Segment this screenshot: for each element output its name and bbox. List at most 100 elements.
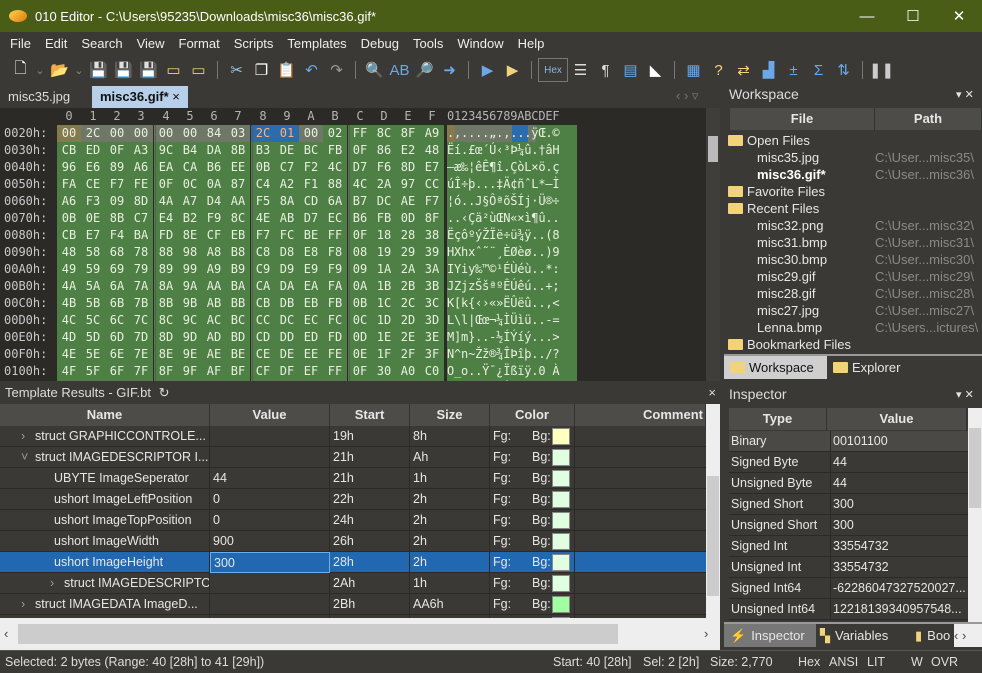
hex-byte[interactable]: C7 [129, 210, 153, 227]
hex-byte[interactable]: AA [226, 193, 250, 210]
bg-color-swatch[interactable] [552, 470, 570, 487]
hex-byte[interactable]: F7 [251, 227, 275, 244]
hex-byte[interactable]: DC [372, 193, 396, 210]
hex-byte[interactable]: 88 [154, 244, 178, 261]
hex-byte[interactable]: D7 [348, 159, 372, 176]
hex-byte[interactable]: AB [202, 295, 226, 312]
column-header-start[interactable]: Start [330, 404, 410, 426]
hex-byte[interactable]: C4 [251, 176, 275, 193]
hex-byte[interactable]: FD [323, 329, 347, 346]
ascii-text[interactable]: L\l|Œœ¬¼ÌÜìü..-= [447, 312, 577, 329]
bg-color-swatch[interactable] [552, 533, 570, 550]
hex-byte[interactable]: 3E [420, 329, 444, 346]
hex-byte[interactable]: 4C [348, 176, 372, 193]
expand-icon[interactable]: › [21, 426, 35, 447]
hex-byte[interactable]: DA [202, 142, 226, 159]
close-panel-icon[interactable]: × [708, 382, 716, 404]
tab-boo[interactable]: ▮ Boo [909, 624, 954, 647]
hex-byte[interactable]: DE [275, 142, 299, 159]
hex-byte[interactable]: 39 [420, 244, 444, 261]
template-row[interactable]: › struct IMAGEDESCRIPTO... 2Ah 1h Fg: Bg: [0, 573, 706, 594]
workspace-group[interactable]: Favorite Files [728, 183, 825, 200]
template-row[interactable]: UBYTE ImageSeperator 44 21h 1h Fg: Bg: [0, 468, 706, 489]
pause-icon[interactable]: ❚❚ [869, 58, 894, 82]
hex-byte[interactable]: 38 [420, 227, 444, 244]
hex-byte[interactable]: 1A [129, 380, 153, 381]
hex-byte[interactable]: DA [275, 278, 299, 295]
hex-byte[interactable]: 9B [178, 295, 202, 312]
hex-byte[interactable]: 6A [105, 278, 129, 295]
hex-byte[interactable]: 99 [178, 261, 202, 278]
dropdown-icon[interactable]: ⌄ [33, 58, 47, 82]
ascii-text[interactable]: N^n~Žž®¾ÎÞîþ../? [447, 346, 577, 363]
hex-byte[interactable]: C7 [275, 159, 299, 176]
menu-window[interactable]: Window [450, 36, 510, 51]
hex-byte[interactable]: AE [396, 193, 420, 210]
inspector-row[interactable]: Binary 00101100 [729, 431, 970, 452]
hex-byte[interactable]: 48 [57, 244, 81, 261]
hex-byte[interactable]: 2C [81, 125, 105, 142]
hex-scrollbar[interactable] [706, 108, 720, 381]
highlight-icon[interactable]: ◣ [643, 58, 668, 82]
hex-byte[interactable]: FA [57, 176, 81, 193]
menu-debug[interactable]: Debug [354, 36, 406, 51]
expand-icon[interactable]: › [21, 594, 35, 615]
template-row[interactable]: › struct GRAPHICCONTROLE... 19h 8h Fg: Bg: [0, 426, 706, 447]
hex-byte[interactable]: 3D [420, 312, 444, 329]
inspector-row[interactable]: Signed Byte 44 [729, 452, 970, 473]
hex-byte[interactable]: 00 [129, 125, 153, 142]
hex-byte[interactable]: 0F [348, 142, 372, 159]
save-as-icon[interactable]: 💾 [111, 58, 136, 82]
hex-byte[interactable]: 8C [154, 312, 178, 329]
menu-help[interactable]: Help [511, 36, 552, 51]
value-cell[interactable]: 0 [210, 510, 330, 531]
hex-byte[interactable]: 00 [154, 125, 178, 142]
hex-byte[interactable]: A6 [129, 159, 153, 176]
hex-byte[interactable]: 8D [129, 193, 153, 210]
inspector-row[interactable]: Unsigned Short 300 [729, 515, 970, 536]
hex-byte[interactable]: 4E [57, 346, 81, 363]
dropdown-icon[interactable]: ⌄ [72, 58, 86, 82]
hex-byte[interactable]: E9 [299, 261, 323, 278]
ascii-text[interactable]: úÎ÷þ...‡Ä¢ñˆL*—Ì [447, 176, 577, 193]
hex-byte[interactable]: DF [275, 363, 299, 380]
ascii-text[interactable]: K[k{‹›«»ËÛëû..,< [447, 295, 577, 312]
status-mode[interactable]: Hex [798, 651, 820, 673]
hex-byte[interactable]: AB [275, 210, 299, 227]
hex-byte[interactable]: 28 [396, 227, 420, 244]
column-header-color[interactable]: Color [490, 404, 575, 426]
hex-byte[interactable]: 8F [420, 210, 444, 227]
hex-byte[interactable]: 85 [275, 380, 299, 381]
hex-byte[interactable]: ED [299, 329, 323, 346]
hex-byte[interactable]: 5D [81, 329, 105, 346]
hex-byte[interactable]: 78 [129, 244, 153, 261]
hex-byte[interactable]: 97 [396, 176, 420, 193]
hex-byte[interactable]: 9F [178, 363, 202, 380]
column-header-name[interactable]: Name [0, 404, 210, 426]
minimize-button[interactable]: — [844, 0, 890, 32]
status-encoding[interactable]: ANSI [829, 651, 858, 673]
run-template-icon[interactable]: ▶ [500, 58, 525, 82]
hex-byte[interactable]: 8A [275, 193, 299, 210]
bg-color-swatch[interactable] [552, 449, 570, 466]
inspector-row[interactable]: Signed Short 300 [729, 494, 970, 515]
hex-byte[interactable]: 1B [372, 278, 396, 295]
hex-byte[interactable]: 4A [154, 193, 178, 210]
hex-byte[interactable]: 88 [178, 380, 202, 381]
hex-byte[interactable]: 79 [129, 261, 153, 278]
hex-editor[interactable]: 0020h: 00 2C 00 00 00 00 84 03 2C 01 00 02 FF 8C 8F A9.,… [0, 125, 706, 381]
hex-byte[interactable]: C0 [420, 363, 444, 380]
inspector-row[interactable]: Unsigned Byte 44 [729, 473, 970, 494]
redo-icon[interactable]: ↷ [324, 58, 349, 82]
hex-byte[interactable]: 0F [105, 142, 129, 159]
hex-byte[interactable]: 3B [420, 278, 444, 295]
new-file-icon[interactable]: 🗋 [8, 58, 33, 82]
hex-byte[interactable]: E7 [420, 159, 444, 176]
hex-byte[interactable]: 8C [372, 125, 396, 142]
folder-icon[interactable]: ▭ [161, 58, 186, 82]
hex-byte[interactable]: 5C [81, 312, 105, 329]
hex-byte[interactable]: 3F [420, 346, 444, 363]
value-cell[interactable] [210, 594, 330, 615]
hex-byte[interactable]: 8B [226, 142, 250, 159]
column-header-file[interactable]: File [730, 108, 875, 130]
